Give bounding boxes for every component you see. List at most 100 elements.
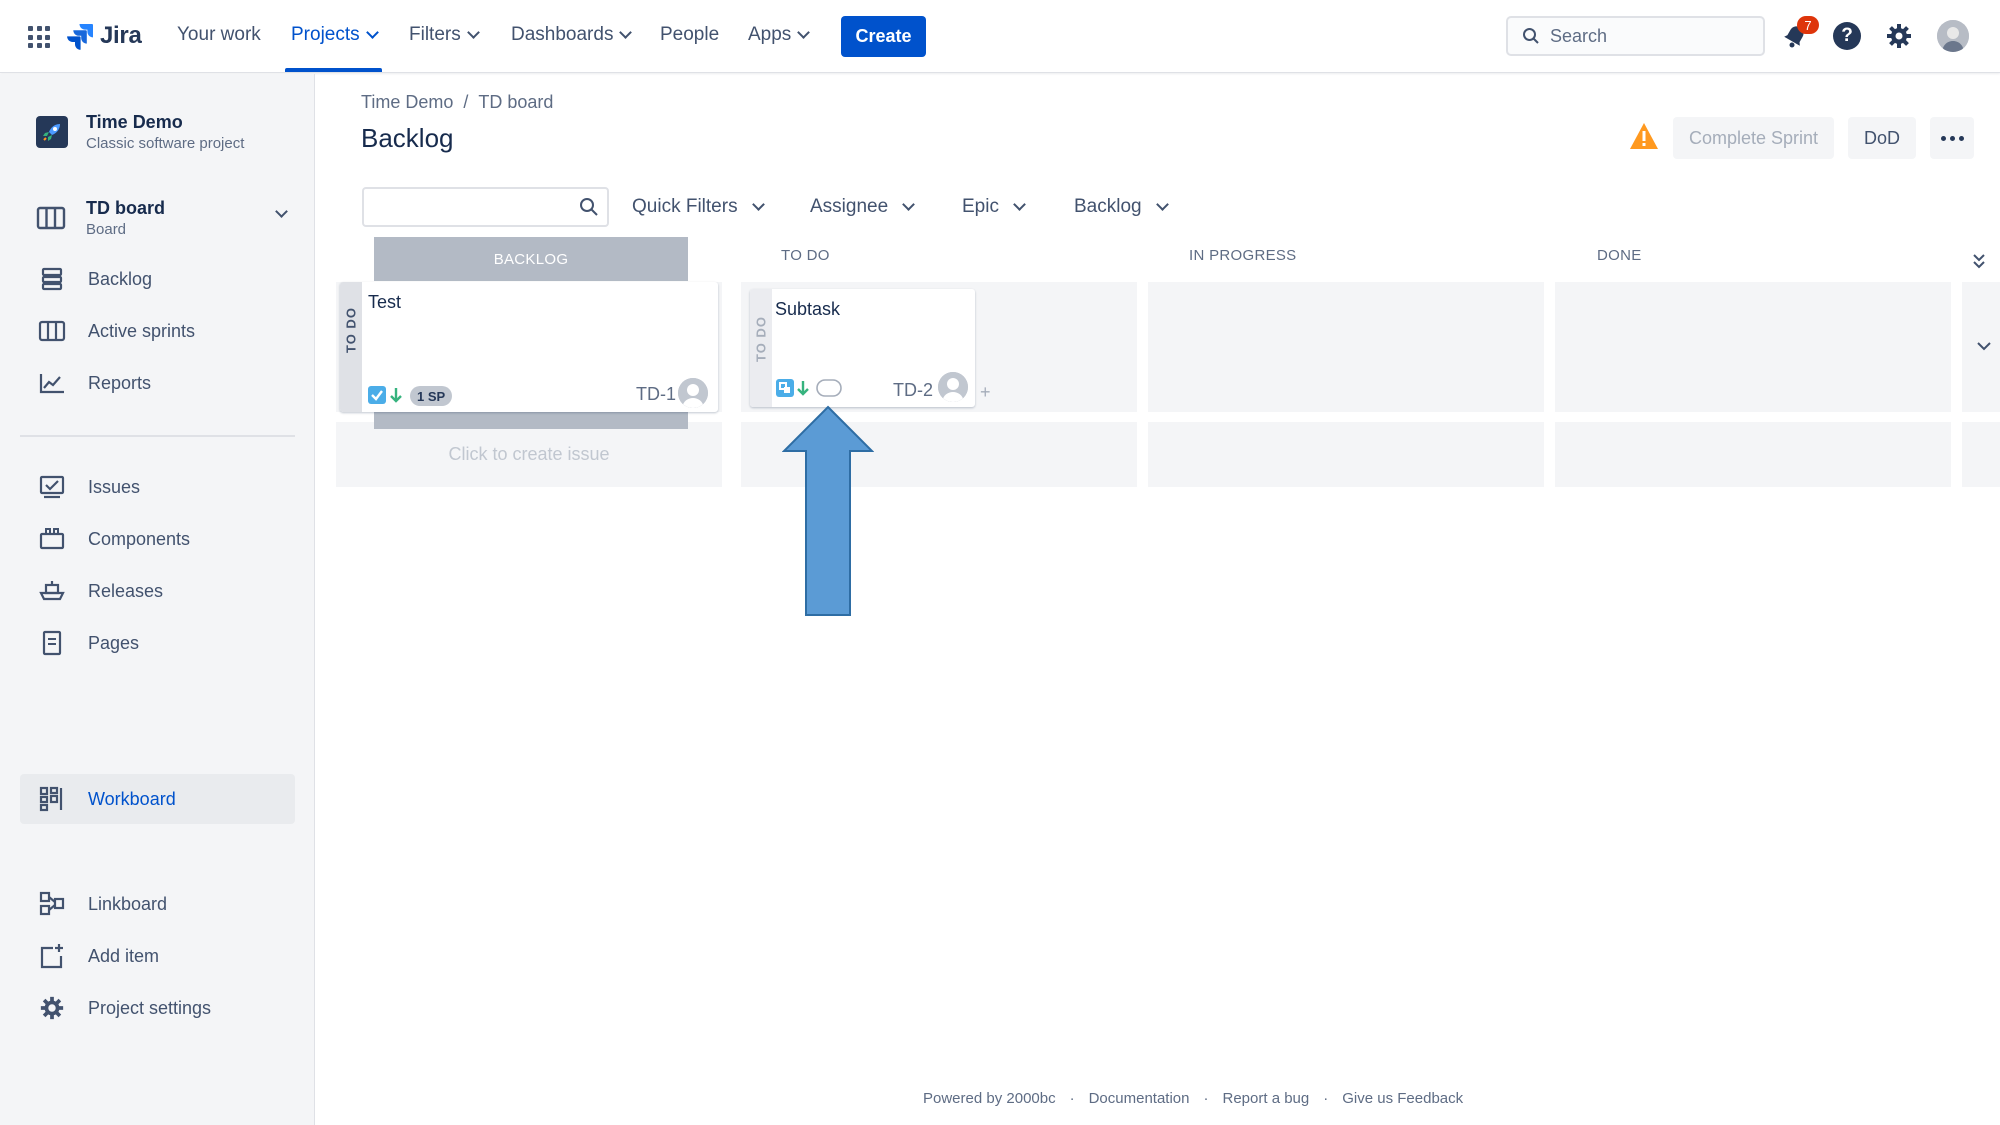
nav-people[interactable]: People <box>660 24 719 46</box>
chevron-down-icon[interactable] <box>1976 338 1992 356</box>
filter-label: Epic <box>962 196 999 217</box>
footer-separator: · <box>1323 1090 1329 1107</box>
nav-projects[interactable]: Projects <box>291 24 379 46</box>
nav-filters[interactable]: Filters <box>409 24 480 46</box>
breadcrumb-separator: / <box>463 92 469 112</box>
nav-label: Projects <box>291 24 360 45</box>
collapse-all-icon[interactable] <box>1972 252 1986 275</box>
filter-label: Assignee <box>810 196 889 217</box>
footer-separator: · <box>1069 1090 1075 1107</box>
chevron-down-icon <box>902 198 916 211</box>
sidebar-item-label: Reports <box>88 372 152 393</box>
breadcrumb-project[interactable]: Time Demo <box>361 92 453 113</box>
project-name: Time Demo <box>86 112 183 132</box>
sidebar-item-project-settings[interactable]: Project settings <box>20 983 295 1033</box>
epic-dropdown[interactable]: Epic <box>962 196 1026 218</box>
board-subtitle: Board <box>86 221 127 238</box>
user-avatar[interactable] <box>1937 20 1969 52</box>
lane2-cell-in-progress <box>1148 422 1544 487</box>
chevron-down-icon <box>1155 198 1169 211</box>
board-search-input[interactable] <box>362 187 609 227</box>
nav-your-work[interactable]: Your work <box>177 24 261 46</box>
more-actions-button[interactable] <box>1930 117 1974 159</box>
issue-card-td-1[interactable]: TO DO Test 1 SP TD-1 <box>340 282 718 412</box>
assignee-avatar[interactable] <box>678 378 708 408</box>
sidebar-item-pages[interactable]: Pages <box>20 618 295 668</box>
avatar-icon <box>1937 20 1969 52</box>
board-selector[interactable]: TD board Board <box>36 198 288 238</box>
project-type: Classic software project <box>86 135 245 152</box>
complete-sprint-button[interactable]: Complete Sprint <box>1673 117 1834 159</box>
dod-button[interactable]: DoD <box>1848 117 1916 159</box>
backlog-dropdown[interactable]: Backlog <box>1074 196 1169 218</box>
card-title: Subtask <box>775 299 841 319</box>
column-header-backlog: BACKLOG <box>374 237 688 281</box>
assignee-dropdown[interactable]: Assignee <box>810 196 916 218</box>
empty-estimate-icon[interactable] <box>816 379 842 397</box>
sidebar-item-label: Linkboard <box>88 893 168 914</box>
add-subtask-button[interactable]: + <box>980 382 991 403</box>
search-input[interactable] <box>1550 25 1740 47</box>
chevron-down-icon <box>751 198 765 211</box>
linkboard-icon <box>38 890 66 918</box>
gear-icon <box>1887 24 1911 48</box>
column-header-todo: TO DO <box>781 247 830 264</box>
priority-low-icon <box>390 388 402 403</box>
jira-logo[interactable]: Jira <box>66 20 142 52</box>
nav-apps[interactable]: Apps <box>748 24 811 46</box>
avatar-icon <box>678 378 708 408</box>
sidebar-item-workboard[interactable]: Workboard <box>20 774 295 824</box>
sidebar-item-add-item[interactable]: Add item <box>20 931 295 981</box>
footer-feedback-link[interactable]: Give us Feedback <box>1342 1090 1463 1107</box>
story-points-badge: 1 SP <box>410 386 453 406</box>
sidebar-item-backlog[interactable]: Backlog <box>20 254 295 304</box>
column-header-in-progress: IN PROGRESS <box>1189 247 1297 264</box>
nav-label: Your work <box>177 24 261 45</box>
add-item-icon <box>38 942 66 970</box>
warning-icon[interactable] <box>1628 121 1660 156</box>
create-issue-button[interactable]: Click to create issue <box>342 429 716 479</box>
help-icon[interactable]: ? <box>1833 22 1861 50</box>
footer-separator: · <box>1203 1090 1209 1107</box>
breadcrumb-board[interactable]: TD board <box>478 92 553 113</box>
issue-card-td-2[interactable]: TO DO Subtask TD-2 <box>750 289 975 407</box>
page-title: Backlog <box>361 123 454 153</box>
sidebar-item-label: Active sprints <box>88 320 196 341</box>
quick-filters-dropdown[interactable]: Quick Filters <box>632 196 765 218</box>
global-search[interactable] <box>1506 16 1765 56</box>
nav-label: Filters <box>409 24 461 45</box>
nav-label: Dashboards <box>511 24 614 45</box>
card-key[interactable]: TD-2 <box>893 380 933 401</box>
project-header[interactable]: Time Demo Classic software project <box>36 112 244 152</box>
nav-label: People <box>660 24 720 45</box>
sidebar-item-components[interactable]: Components <box>20 514 295 564</box>
filter-label: Quick Filters <box>632 196 738 217</box>
avatar-icon <box>938 372 968 402</box>
sidebar-item-label: Workboard <box>88 788 176 809</box>
chevron-down-icon <box>365 26 379 39</box>
nav-dashboards[interactable]: Dashboards <box>511 24 633 46</box>
footer-report-bug-link[interactable]: Report a bug <box>1223 1090 1310 1107</box>
create-button[interactable]: Create <box>841 16 926 57</box>
backlog-icon <box>38 265 66 293</box>
lane-cell-in-progress <box>1148 282 1544 412</box>
footer-powered-by: Powered by 2000bc <box>923 1090 1056 1107</box>
sidebar-item-label: Project settings <box>88 997 212 1018</box>
app-switcher-icon[interactable] <box>28 26 50 48</box>
active-nav-indicator <box>285 68 382 72</box>
footer-documentation-link[interactable]: Documentation <box>1089 1090 1190 1107</box>
sidebar-item-label: Backlog <box>88 268 153 289</box>
sidebar-item-reports[interactable]: Reports <box>20 358 295 408</box>
chevron-down-icon <box>797 26 811 39</box>
settings-icon[interactable] <box>1885 22 1913 50</box>
question-mark-icon: ? <box>1833 22 1861 50</box>
sidebar-item-issues[interactable]: Issues <box>20 462 295 512</box>
sidebar-item-linkboard[interactable]: Linkboard <box>20 879 295 929</box>
card-key[interactable]: TD-1 <box>636 384 676 405</box>
sidebar-item-releases[interactable]: Releases <box>20 566 295 616</box>
board-name: TD board <box>86 198 165 218</box>
assignee-avatar[interactable] <box>938 372 968 402</box>
sidebar-item-active-sprints[interactable]: Active sprints <box>20 306 295 356</box>
chart-line-icon <box>38 369 66 397</box>
chevron-down-icon <box>275 205 288 218</box>
